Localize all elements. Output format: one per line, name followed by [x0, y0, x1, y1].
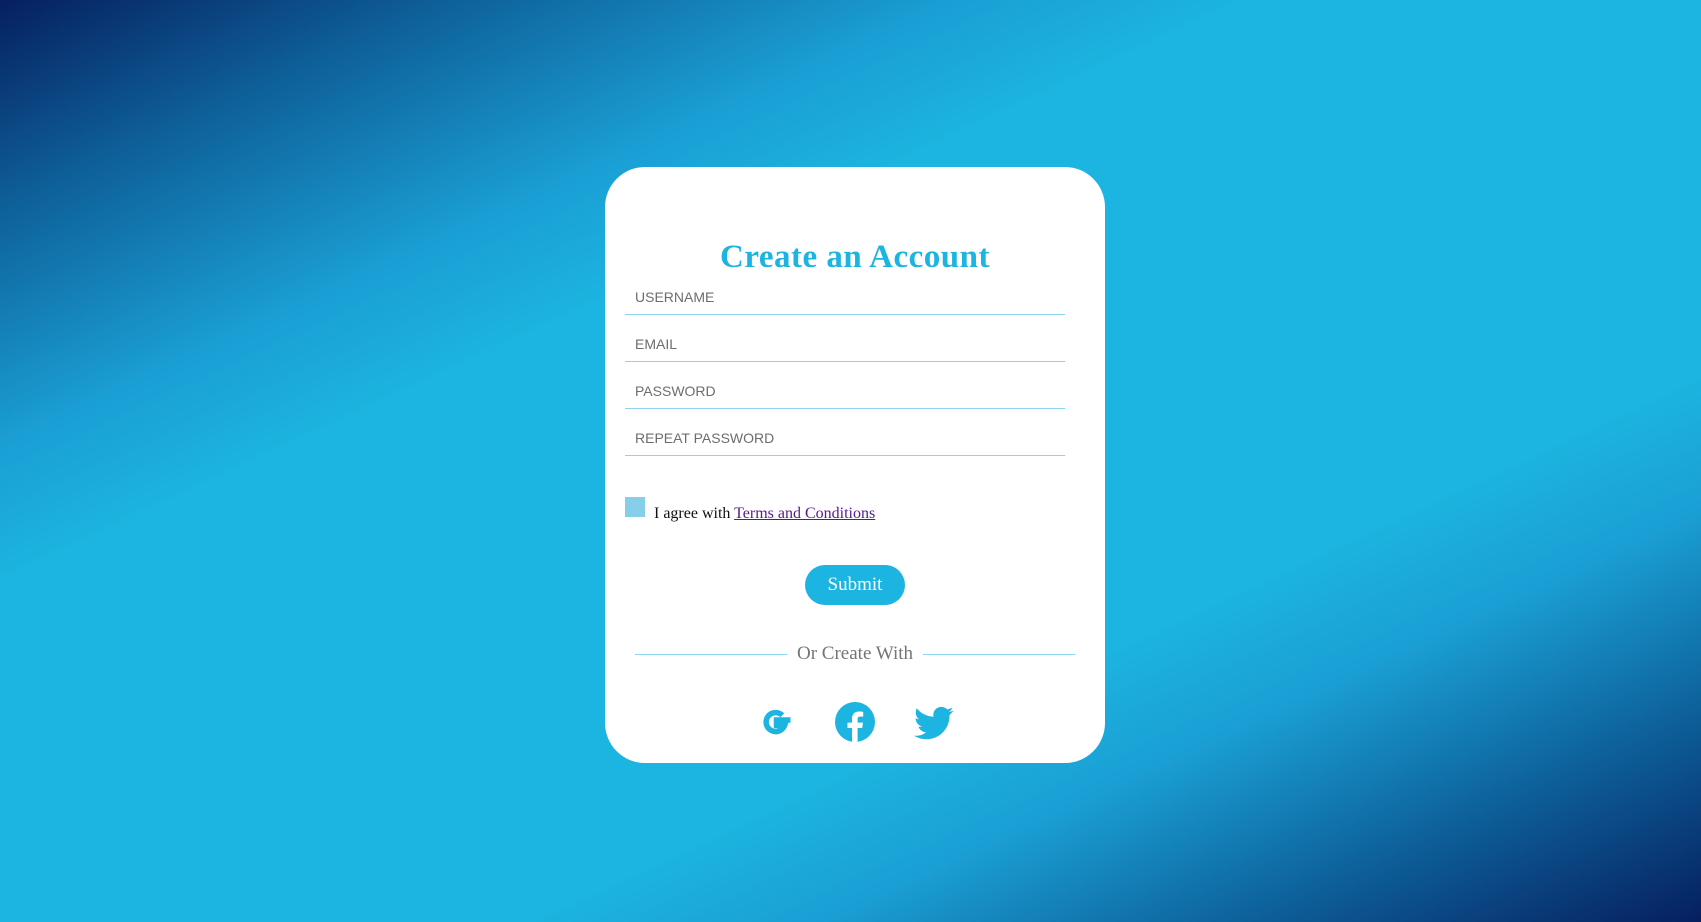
email-field[interactable]: [625, 326, 1065, 362]
facebook-icon[interactable]: [835, 702, 875, 742]
password-field[interactable]: [625, 373, 1065, 409]
terms-label-text: I agree with: [654, 505, 735, 522]
username-field[interactable]: [625, 279, 1065, 315]
terms-link[interactable]: Terms and Conditions: [734, 505, 875, 522]
divider-line-left: [635, 653, 787, 655]
divider-text: Or Create With: [797, 643, 914, 664]
terms-checkbox[interactable]: [625, 497, 645, 517]
social-buttons: [605, 702, 1105, 742]
submit-button[interactable]: Submit: [805, 565, 905, 605]
page-title: Create an Account: [719, 239, 991, 275]
twitter-icon[interactable]: [914, 702, 954, 742]
signup-card: Create an Account I agree with Terms and…: [605, 167, 1105, 763]
google-icon[interactable]: [756, 702, 796, 742]
social-divider: Or Create With: [635, 643, 1076, 665]
terms-label: I agree with Terms and Conditions: [654, 505, 875, 523]
divider-line-right: [923, 653, 1076, 655]
repeat-password-field[interactable]: [625, 420, 1065, 456]
terms-agreement-row: I agree with Terms and Conditions: [625, 497, 875, 523]
